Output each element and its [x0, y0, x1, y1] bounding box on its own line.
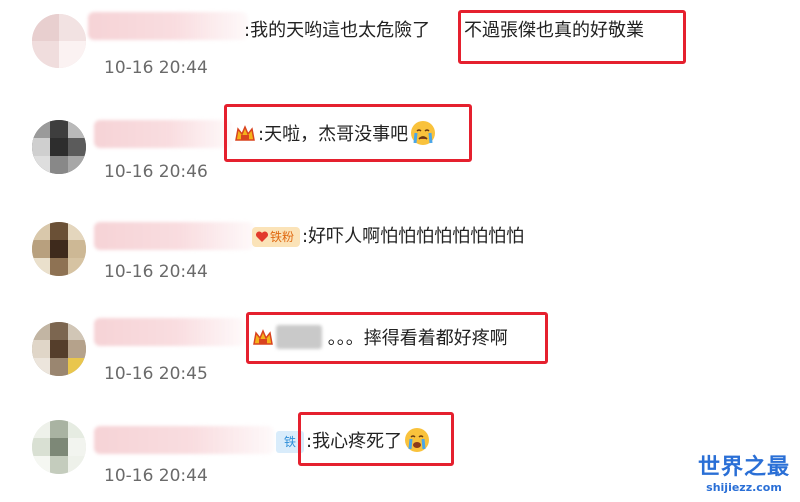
watermark-title: 世界之最 [697, 455, 790, 480]
avatar-pixel [50, 340, 68, 358]
timestamp: 10-16 20:44 [104, 58, 208, 78]
avatar-pixel [32, 41, 59, 68]
avatar-pixel [68, 438, 86, 456]
avatar-pixel [50, 456, 68, 474]
badge-label: 铁 [283, 435, 296, 449]
avatar-pixel [50, 322, 68, 340]
avatar[interactable] [32, 322, 86, 376]
avatar-pixel [32, 420, 50, 438]
avatar-pixel [32, 438, 50, 456]
avatar-pixel [59, 14, 86, 41]
comment-item: 铁粉 :好吓人啊怕怕怕怕怕怕怕怕 10-16 20:44 [0, 200, 800, 300]
username-blurred[interactable] [94, 222, 254, 250]
timestamp: 10-16 20:46 [104, 162, 208, 182]
comment-item: 铁:我心疼死了 10-16 20:44 [0, 402, 800, 502]
avatar[interactable] [32, 420, 86, 474]
avatar-pixel [59, 41, 86, 68]
username-blurred[interactable] [88, 12, 248, 40]
avatar-pixel [32, 240, 50, 258]
username-blurred[interactable] [94, 426, 274, 454]
avatar-pixel [68, 358, 86, 376]
avatar-pixel [68, 322, 86, 340]
comment-item: :天啦，杰哥没事吧 10-16 20:46 [0, 100, 800, 200]
comment-body: :好吓人啊怕怕怕怕怕怕怕怕 [302, 226, 525, 247]
avatar-pixel [32, 258, 50, 276]
avatar-pixel [32, 322, 50, 340]
comment-item: :我的天哟這也太危險了 不過張傑也真的好敬業 10-16 20:44 [0, 0, 800, 100]
badge-label: 铁粉 [270, 230, 295, 244]
avatar-pixel [68, 340, 86, 358]
avatar-pixel [32, 456, 50, 474]
highlight-box [298, 412, 454, 466]
avatar-pixel [50, 120, 68, 138]
avatar-pixel [68, 240, 86, 258]
heart-icon [255, 231, 269, 242]
avatar[interactable] [32, 14, 86, 68]
site-watermark: 世界之最 shijiezz.com [696, 449, 792, 494]
avatar[interactable] [32, 222, 86, 276]
fan-level-badge: 铁粉 [252, 227, 301, 247]
avatar[interactable] [32, 120, 86, 174]
highlight-box [224, 104, 472, 162]
comment-item: 。。。摔得看着都好疼啊 10-16 20:45 [0, 300, 800, 400]
avatar-pixel [68, 258, 86, 276]
avatar-pixel [32, 14, 59, 41]
avatar-pixel [32, 120, 50, 138]
avatar-pixel [50, 438, 68, 456]
comment-text: :我的天哟這也太危險了 [244, 18, 430, 44]
avatar-pixel [50, 138, 68, 156]
avatar-pixel [32, 138, 50, 156]
highlight-box [246, 312, 548, 364]
avatar-pixel [32, 156, 50, 174]
watermark-url: shijiezz.com [706, 481, 782, 494]
avatar-pixel [32, 222, 50, 240]
avatar-pixel [32, 340, 50, 358]
avatar-pixel [68, 156, 86, 174]
avatar-pixel [68, 120, 86, 138]
avatar-pixel [32, 358, 50, 376]
avatar-pixel [50, 222, 68, 240]
avatar-pixel [50, 358, 68, 376]
avatar-pixel [50, 258, 68, 276]
avatar-pixel [50, 420, 68, 438]
avatar-pixel [68, 456, 86, 474]
comment-text: 铁粉 :好吓人啊怕怕怕怕怕怕怕怕 [252, 224, 524, 250]
comment-body: :我的天哟這也太危險了 [244, 20, 431, 41]
timestamp: 10-16 20:44 [104, 466, 208, 486]
avatar-pixel [50, 156, 68, 174]
highlight-box [458, 10, 686, 64]
avatar-pixel [68, 420, 86, 438]
timestamp: 10-16 20:45 [104, 364, 208, 384]
timestamp: 10-16 20:44 [104, 262, 208, 282]
avatar-pixel [68, 222, 86, 240]
avatar-pixel [68, 138, 86, 156]
username-blurred[interactable] [94, 120, 232, 148]
username-blurred[interactable] [94, 318, 244, 346]
avatar-pixel [50, 240, 68, 258]
